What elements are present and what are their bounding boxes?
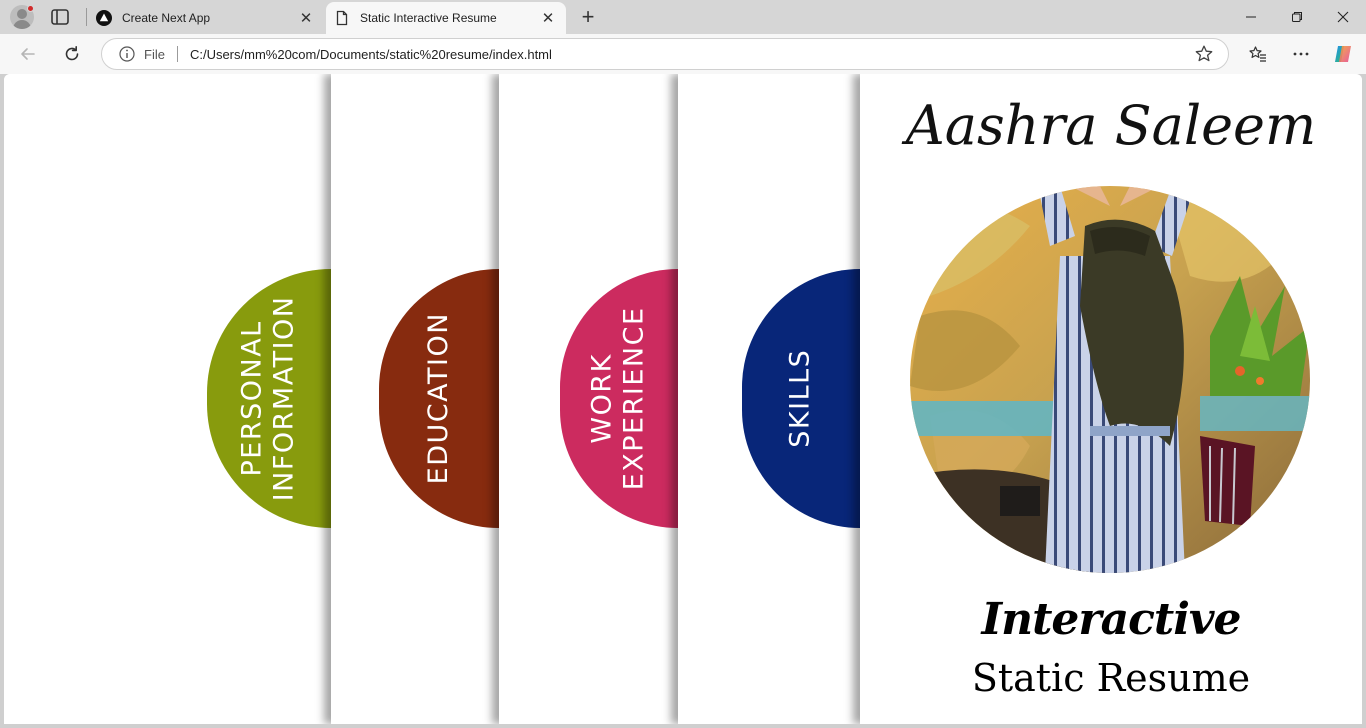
- favorites-icon[interactable]: [1247, 43, 1269, 65]
- address-divider: [176, 46, 178, 62]
- back-arrow-icon[interactable]: [14, 40, 42, 68]
- address-bar[interactable]: File C:/Users/mm%20com/Documents/static%…: [101, 38, 1229, 70]
- page-viewport: Personal Information Education Work Expe…: [4, 74, 1362, 724]
- nextjs-triangle-icon: [96, 10, 112, 26]
- resume-subtitle-interactive: Interactive: [981, 594, 1242, 645]
- work-experience-tab[interactable]: Work Experience: [560, 269, 678, 528]
- close-window-icon[interactable]: [1320, 0, 1366, 34]
- copilot-icon[interactable]: [1332, 43, 1354, 65]
- restore-icon[interactable]: [1274, 0, 1320, 34]
- tab-title: Create Next App: [122, 11, 211, 25]
- minimize-icon[interactable]: [1228, 0, 1274, 34]
- work-experience-panel: Work Experience: [499, 74, 678, 724]
- plus-icon[interactable]: +: [576, 4, 600, 29]
- close-tab-icon[interactable]: ✕: [536, 6, 560, 30]
- info-icon[interactable]: [118, 45, 136, 63]
- personal-information-panel: Personal Information: [4, 74, 331, 724]
- star-icon[interactable]: [1194, 44, 1214, 64]
- education-tab[interactable]: Education: [379, 269, 499, 528]
- reload-icon[interactable]: [58, 40, 86, 68]
- skills-panel: Skills: [678, 74, 860, 724]
- profile-head: [17, 9, 27, 19]
- tab-separator: [86, 8, 87, 26]
- education-label: Education: [422, 312, 454, 485]
- profile-body: [13, 20, 31, 29]
- tab-create-next-app[interactable]: Create Next App ✕: [88, 2, 324, 34]
- skills-tab[interactable]: Skills: [742, 269, 860, 528]
- tab-strip: Create Next App ✕ Static Interactive Res…: [0, 0, 1366, 34]
- tab-title: Static Interactive Resume: [360, 11, 497, 25]
- education-panel: Education: [331, 74, 499, 724]
- tab-static-interactive-resume[interactable]: Static Interactive Resume ✕: [326, 2, 566, 34]
- profile-photo: [910, 186, 1310, 573]
- skills-label: Skills: [784, 348, 816, 449]
- close-tab-icon[interactable]: ✕: [294, 6, 318, 30]
- resume-subtitle-static: Static Resume: [971, 656, 1251, 700]
- personal-information-tab[interactable]: Personal Information: [207, 269, 331, 528]
- personal-information-label: Personal Information: [236, 295, 300, 502]
- scheme-label: File: [144, 46, 165, 62]
- browser-toolbar: File C:/Users/mm%20com/Documents/static%…: [0, 34, 1366, 74]
- document-icon: [336, 10, 348, 26]
- url-text[interactable]: C:/Users/mm%20com/Documents/static%20res…: [190, 47, 1194, 62]
- work-experience-label: Work Experience: [586, 306, 651, 491]
- more-icon[interactable]: [1290, 43, 1312, 65]
- resume-owner-name: Aashra Saleem: [905, 94, 1317, 157]
- tab-actions-icon[interactable]: [49, 7, 71, 27]
- profile-notification-dot: [27, 5, 34, 12]
- cover-panel: Aashra Saleem Interactive Static Resume: [860, 74, 1362, 724]
